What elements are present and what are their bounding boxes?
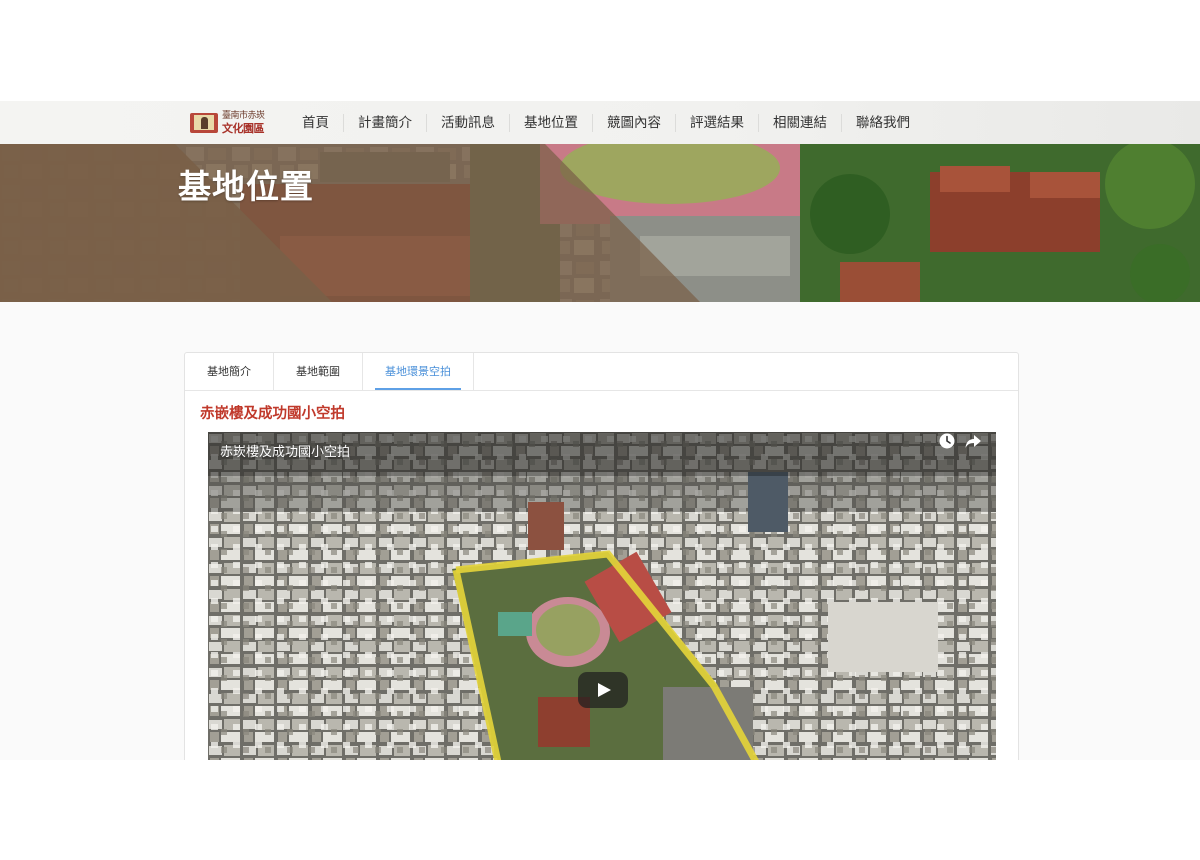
tab-site-intro[interactable]: 基地簡介 [185,353,274,390]
nav-item-events[interactable]: 活動訊息 [427,113,510,132]
share-icon[interactable] [964,432,982,450]
top-whitespace [0,0,1200,101]
logo-line2: 文化園區 [222,122,264,135]
bottom-whitespace [0,760,1200,860]
section-title: 赤嵌樓及成功國小空拍 [200,406,345,422]
nav-item-home[interactable]: 首頁 [288,113,344,132]
video-thumbnail [208,432,996,762]
video-title: 赤崁樓及成功國小空拍 [220,445,351,460]
tab-site-range[interactable]: 基地範圍 [274,353,363,390]
page-title: 基地位置 [178,167,314,206]
nav-item-contact[interactable]: 聯絡我們 [842,114,924,132]
clock-icon[interactable] [938,432,956,450]
nav-item-site-location[interactable]: 基地位置 [510,113,593,132]
site-logo[interactable]: 臺南市赤崁 文化園區 [190,109,266,137]
logo-line1: 臺南市赤崁 [222,111,265,121]
play-icon[interactable] [578,672,628,708]
tab-aerial-panorama[interactable]: 基地環景空拍 [363,353,474,390]
navbar: 臺南市赤崁 文化園區 首頁 計畫簡介 活動訊息 基地位置 競圖內容 評選結果 相… [0,101,1200,144]
main-nav: 首頁 計畫簡介 活動訊息 基地位置 競圖內容 評選結果 相關連結 聯絡我們 [288,101,924,144]
tab-bar: 基地簡介 基地範圍 基地環景空拍 [185,353,1018,391]
logo-book-icon [190,111,218,135]
nav-item-project[interactable]: 計畫簡介 [344,113,427,132]
content-panel: 基地簡介 基地範圍 基地環景空拍 赤嵌樓及成功國小空拍 赤崁樓及成功國小空拍 [184,352,1019,772]
nav-item-competition[interactable]: 競圖內容 [593,113,676,132]
nav-item-links[interactable]: 相關連結 [759,113,842,132]
page-banner: 基地位置 [0,144,1200,302]
video-player[interactable]: 赤崁樓及成功國小空拍 [208,432,996,762]
nav-item-results[interactable]: 評選結果 [676,113,759,132]
logo-text: 臺南市赤崁 文化園區 [222,111,265,135]
